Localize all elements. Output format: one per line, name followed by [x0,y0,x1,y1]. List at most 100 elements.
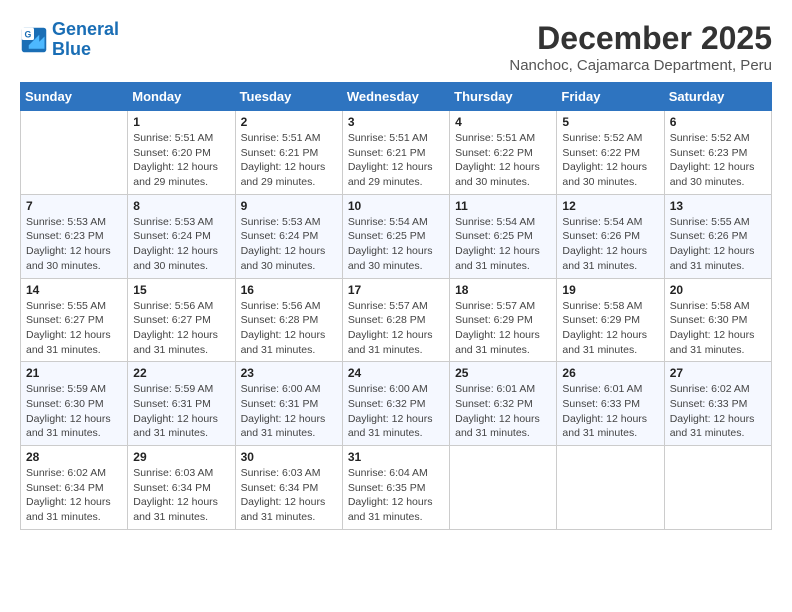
day-number: 28 [26,450,122,464]
day-cell: 13 Sunrise: 5:55 AM Sunset: 6:26 PM Dayli… [664,194,771,278]
day-info: Sunrise: 6:01 AM Sunset: 6:32 PM Dayligh… [455,382,551,441]
day-cell: 21Sunrise: 5:59 AM Sunset: 6:30 PM Dayli… [21,362,128,446]
day-cell: 11 Sunrise: 5:54 AM Sunset: 6:25 PM Dayli… [450,194,557,278]
day-info: Sunrise: 5:55 AM Sunset: 6:26 PM Dayligh… [670,215,766,274]
main-title: December 2025 [509,20,772,57]
day-number: 27 [670,366,766,380]
day-cell: 23 Sunrise: 6:00 AM Sunset: 6:31 PM Dayli… [235,362,342,446]
day-cell: 5 Sunrise: 5:52 AM Sunset: 6:22 PM Daylig… [557,111,664,195]
page-header: G General Blue December 2025 Nanchoc, Ca… [20,20,772,74]
day-info: Sunrise: 5:56 AM Sunset: 6:28 PM Dayligh… [241,299,337,358]
day-number: 10 [348,199,444,213]
day-number: 8 [133,199,229,213]
calendar-table: SundayMondayTuesdayWednesdayThursdayFrid… [20,82,772,530]
header-cell-friday: Friday [557,83,664,111]
day-number: 29 [133,450,229,464]
title-area: December 2025 Nanchoc, Cajamarca Departm… [509,20,772,74]
header-cell-tuesday: Tuesday [235,83,342,111]
day-cell: 26 Sunrise: 6:01 AM Sunset: 6:33 PM Dayli… [557,362,664,446]
day-info: Sunrise: 6:03 AM Sunset: 6:34 PM Dayligh… [241,466,337,525]
day-info: Sunrise: 5:54 AM Sunset: 6:25 PM Dayligh… [455,215,551,274]
day-number: 23 [241,366,337,380]
svg-text:G: G [24,29,31,39]
header-row: SundayMondayTuesdayWednesdayThursdayFrid… [21,83,772,111]
day-number: 7 [26,199,122,213]
day-info: Sunrise: 5:53 AM Sunset: 6:24 PM Dayligh… [241,215,337,274]
day-number: 18 [455,283,551,297]
day-number: 12 [562,199,658,213]
day-cell: 17 Sunrise: 5:57 AM Sunset: 6:28 PM Dayli… [342,278,449,362]
day-cell: 31 Sunrise: 6:04 AM Sunset: 6:35 PM Dayli… [342,446,449,530]
logo-text: General Blue [52,20,119,60]
week-row-1: 1 Sunrise: 5:51 AM Sunset: 6:20 PM Daylig… [21,111,772,195]
day-number: 24 [348,366,444,380]
day-number: 4 [455,115,551,129]
day-info: Sunrise: 5:54 AM Sunset: 6:25 PM Dayligh… [348,215,444,274]
day-number: 6 [670,115,766,129]
day-number: 15 [133,283,229,297]
day-cell: 14 Sunrise: 5:55 AM Sunset: 6:27 PM Dayli… [21,278,128,362]
day-info: Sunrise: 5:59 AM Sunset: 6:30 PM Dayligh… [26,382,122,441]
week-row-2: 7Sunrise: 5:53 AM Sunset: 6:23 PM Daylig… [21,194,772,278]
day-number: 9 [241,199,337,213]
day-cell [21,111,128,195]
day-info: Sunrise: 5:51 AM Sunset: 6:20 PM Dayligh… [133,131,229,190]
day-info: Sunrise: 5:53 AM Sunset: 6:24 PM Dayligh… [133,215,229,274]
header-cell-sunday: Sunday [21,83,128,111]
day-cell: 24Sunrise: 6:00 AM Sunset: 6:32 PM Dayli… [342,362,449,446]
day-info: Sunrise: 6:02 AM Sunset: 6:33 PM Dayligh… [670,382,766,441]
day-number: 1 [133,115,229,129]
day-cell: 30 Sunrise: 6:03 AM Sunset: 6:34 PM Dayli… [235,446,342,530]
header-cell-wednesday: Wednesday [342,83,449,111]
day-cell: 19 Sunrise: 5:58 AM Sunset: 6:29 PM Dayli… [557,278,664,362]
day-cell: 9 Sunrise: 5:53 AM Sunset: 6:24 PM Daylig… [235,194,342,278]
day-info: Sunrise: 5:57 AM Sunset: 6:29 PM Dayligh… [455,299,551,358]
day-info: Sunrise: 5:59 AM Sunset: 6:31 PM Dayligh… [133,382,229,441]
subtitle: Nanchoc, Cajamarca Department, Peru [509,57,772,74]
calendar-header: SundayMondayTuesdayWednesdayThursdayFrid… [21,83,772,111]
day-number: 22 [133,366,229,380]
day-number: 16 [241,283,337,297]
day-number: 25 [455,366,551,380]
day-number: 26 [562,366,658,380]
day-info: Sunrise: 6:00 AM Sunset: 6:31 PM Dayligh… [241,382,337,441]
day-number: 31 [348,450,444,464]
day-cell: 16 Sunrise: 5:56 AM Sunset: 6:28 PM Dayli… [235,278,342,362]
day-info: Sunrise: 5:52 AM Sunset: 6:22 PM Dayligh… [562,131,658,190]
day-info: Sunrise: 6:01 AM Sunset: 6:33 PM Dayligh… [562,382,658,441]
header-cell-thursday: Thursday [450,83,557,111]
day-cell: 8 Sunrise: 5:53 AM Sunset: 6:24 PM Daylig… [128,194,235,278]
day-number: 3 [348,115,444,129]
day-info: Sunrise: 5:51 AM Sunset: 6:21 PM Dayligh… [348,131,444,190]
day-number: 2 [241,115,337,129]
day-cell [450,446,557,530]
calendar-body: 1 Sunrise: 5:51 AM Sunset: 6:20 PM Daylig… [21,111,772,530]
logo-icon: G [20,26,48,54]
day-number: 17 [348,283,444,297]
day-number: 30 [241,450,337,464]
day-cell [664,446,771,530]
day-info: Sunrise: 5:55 AM Sunset: 6:27 PM Dayligh… [26,299,122,358]
day-cell [557,446,664,530]
day-info: Sunrise: 6:02 AM Sunset: 6:34 PM Dayligh… [26,466,122,525]
day-cell: 10 Sunrise: 5:54 AM Sunset: 6:25 PM Dayli… [342,194,449,278]
day-info: Sunrise: 5:58 AM Sunset: 6:29 PM Dayligh… [562,299,658,358]
day-number: 13 [670,199,766,213]
day-cell: 3 Sunrise: 5:51 AM Sunset: 6:21 PM Daylig… [342,111,449,195]
day-cell: 27 Sunrise: 6:02 AM Sunset: 6:33 PM Dayli… [664,362,771,446]
day-info: Sunrise: 5:57 AM Sunset: 6:28 PM Dayligh… [348,299,444,358]
day-number: 19 [562,283,658,297]
day-number: 11 [455,199,551,213]
header-cell-monday: Monday [128,83,235,111]
day-info: Sunrise: 6:04 AM Sunset: 6:35 PM Dayligh… [348,466,444,525]
day-number: 20 [670,283,766,297]
day-info: Sunrise: 5:52 AM Sunset: 6:23 PM Dayligh… [670,131,766,190]
header-cell-saturday: Saturday [664,83,771,111]
day-cell: 6 Sunrise: 5:52 AM Sunset: 6:23 PM Daylig… [664,111,771,195]
day-info: Sunrise: 5:58 AM Sunset: 6:30 PM Dayligh… [670,299,766,358]
day-number: 5 [562,115,658,129]
day-cell: 20 Sunrise: 5:58 AM Sunset: 6:30 PM Dayli… [664,278,771,362]
day-number: 14 [26,283,122,297]
day-cell: 29Sunrise: 6:03 AM Sunset: 6:34 PM Dayli… [128,446,235,530]
day-info: Sunrise: 5:56 AM Sunset: 6:27 PM Dayligh… [133,299,229,358]
